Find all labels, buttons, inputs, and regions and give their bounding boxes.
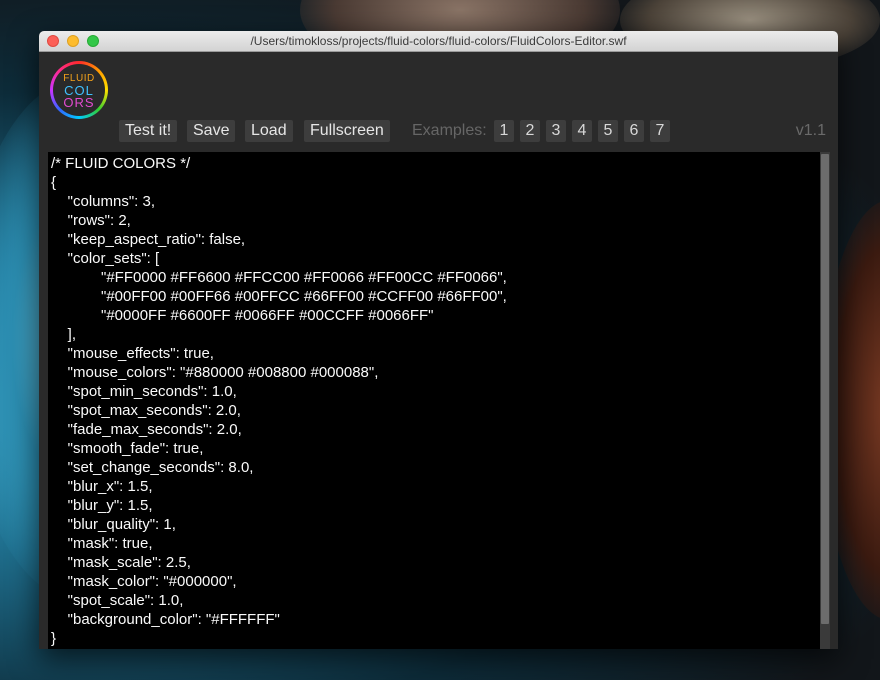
example-1-button[interactable]: 1 [494, 120, 514, 142]
logo-text-line-3: ORS [63, 95, 95, 110]
editor-scrollbar[interactable] [820, 152, 830, 649]
config-editor[interactable]: /* FLUID COLORS */ { "columns": 3, "rows… [48, 152, 820, 649]
save-button[interactable]: Save [187, 120, 236, 142]
version-label: v1.1 [795, 122, 826, 139]
example-2-button[interactable]: 2 [520, 120, 540, 142]
config-text[interactable]: /* FLUID COLORS */ { "columns": 3, "rows… [48, 152, 820, 648]
toolbar: Test it! Save Load Fullscreen Examples: … [39, 120, 838, 144]
title-bar[interactable]: /Users/timokloss/projects/fluid-colors/f… [39, 31, 838, 52]
app-content: FLUID COL ORS Test it! Save Load Fullscr… [39, 52, 838, 649]
example-6-button[interactable]: 6 [624, 120, 644, 142]
example-4-button[interactable]: 4 [572, 120, 592, 142]
load-button[interactable]: Load [245, 120, 293, 142]
example-5-button[interactable]: 5 [598, 120, 618, 142]
app-window: /Users/timokloss/projects/fluid-colors/f… [39, 31, 838, 649]
test-button[interactable]: Test it! [119, 120, 178, 142]
example-7-button[interactable]: 7 [650, 120, 670, 142]
examples-label: Examples: [412, 122, 487, 139]
fullscreen-button[interactable]: Fullscreen [304, 120, 390, 142]
window-title: /Users/timokloss/projects/fluid-colors/f… [250, 34, 627, 48]
fluid-colors-logo: FLUID COL ORS [50, 61, 108, 119]
scrollbar-thumb[interactable] [821, 154, 829, 624]
example-3-button[interactable]: 3 [546, 120, 566, 142]
